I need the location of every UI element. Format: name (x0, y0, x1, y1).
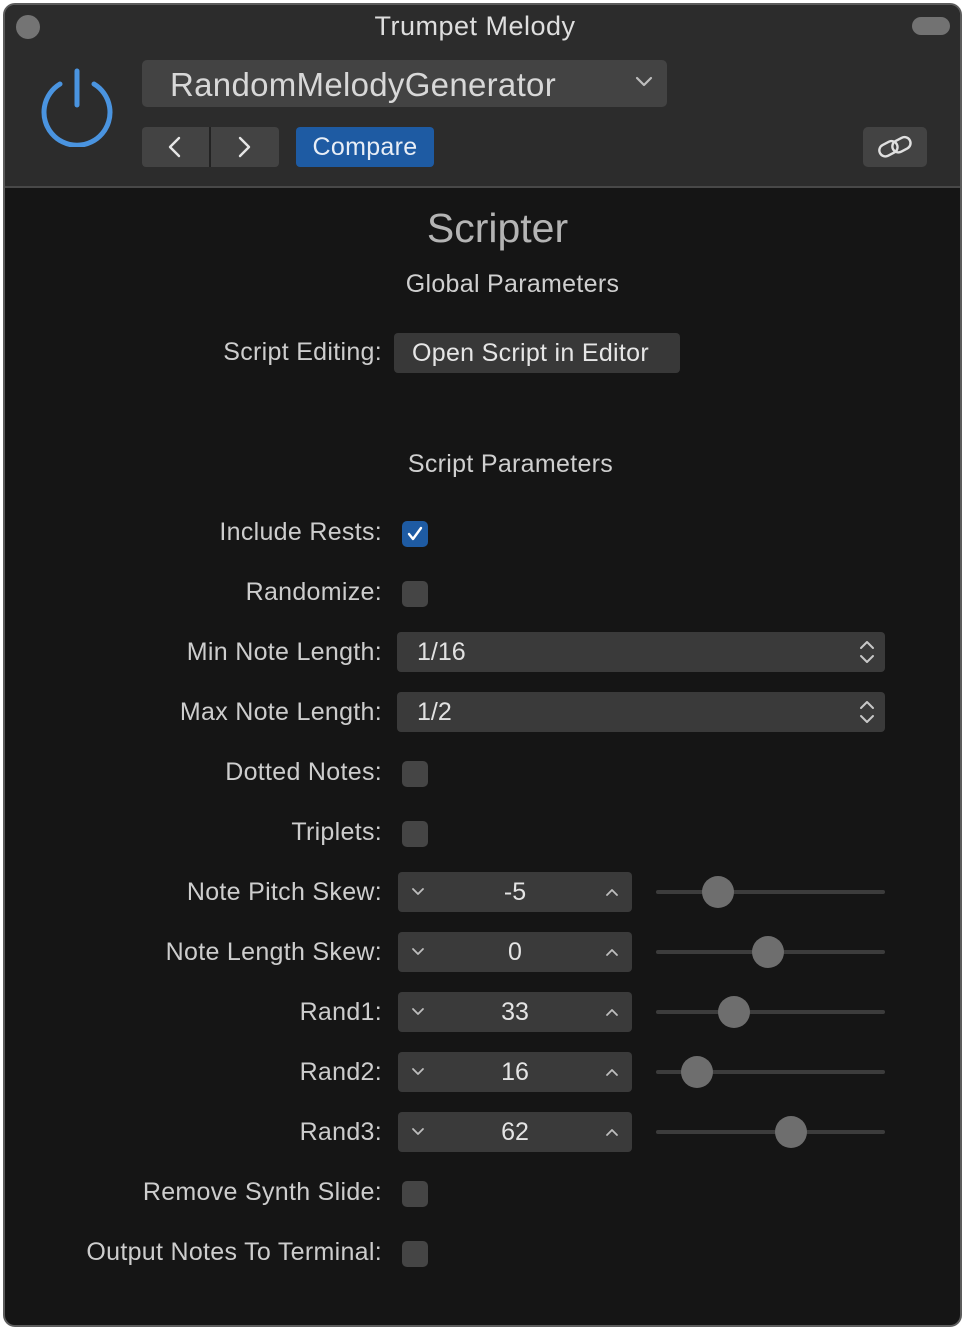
header-divider (5, 186, 960, 188)
global-parameters-heading: Global Parameters (405, 270, 620, 298)
rand3-value[interactable]: 62 (438, 1112, 592, 1152)
increment-button[interactable] (592, 992, 632, 1032)
plugin-window: Trumpet Melody RandomMelodyGenerator Com… (3, 3, 962, 1327)
decrement-button[interactable] (398, 932, 438, 972)
chevron-up-icon (606, 889, 618, 896)
chevron-down-icon (412, 948, 424, 955)
min-note-length-select[interactable]: 1/16 (397, 632, 885, 672)
slider-track (656, 890, 885, 894)
rand1-stepper: 33 (398, 992, 632, 1032)
up-down-chevron-icon (860, 641, 874, 663)
decrement-button[interactable] (398, 872, 438, 912)
script-editing-label: Script Editing: (223, 338, 382, 366)
slider-track (656, 1010, 885, 1014)
remove-synth-slide-checkbox[interactable] (402, 1181, 428, 1207)
slider-track (656, 1130, 885, 1134)
min-note-length-label: Min Note Length: (186, 638, 382, 666)
triplets-checkbox[interactable] (402, 821, 428, 847)
chevron-up-icon (606, 949, 618, 956)
slider-thumb[interactable] (701, 876, 734, 908)
link-icon (878, 135, 912, 158)
chevron-down-icon (412, 888, 424, 895)
chevron-left-icon (168, 136, 181, 158)
chevron-up-icon (606, 1069, 618, 1076)
note-length-skew-label: Note Length Skew: (165, 938, 382, 966)
rand3-label: Rand3: (299, 1118, 382, 1146)
max-note-length-label: Max Note Length: (179, 698, 382, 726)
rand3-slider[interactable] (656, 1115, 885, 1149)
up-down-chevron-icon (860, 701, 874, 723)
increment-button[interactable] (592, 932, 632, 972)
chevron-up-icon (606, 1009, 618, 1016)
chevron-up-icon (606, 1129, 618, 1136)
note-pitch-skew-stepper: -5 (398, 872, 632, 912)
power-icon (41, 68, 113, 148)
chevron-right-icon (238, 136, 251, 158)
increment-button[interactable] (592, 872, 632, 912)
increment-button[interactable] (592, 1112, 632, 1152)
slider-thumb[interactable] (752, 936, 785, 968)
remove-synth-slide-label: Remove Synth Slide: (142, 1178, 382, 1206)
open-script-button[interactable]: Open Script in Editor (394, 333, 680, 373)
max-note-length-value: 1/2 (417, 698, 452, 726)
note-pitch-skew-label: Note Pitch Skew: (186, 878, 382, 906)
include-rests-label: Include Rests: (219, 518, 382, 546)
chevron-down-icon (412, 1128, 424, 1135)
link-button[interactable] (863, 127, 927, 167)
rand2-label: Rand2: (299, 1058, 382, 1086)
chevron-down-icon (412, 1068, 424, 1075)
rand1-slider[interactable] (656, 995, 885, 1029)
compare-button[interactable]: Compare (296, 127, 434, 167)
window-title: Trumpet Melody (374, 11, 576, 41)
checkmark-icon (407, 526, 423, 541)
note-length-skew-value[interactable]: 0 (438, 932, 592, 972)
rand3-stepper: 62 (398, 1112, 632, 1152)
include-rests-checkbox[interactable] (402, 521, 428, 547)
preset-navigation (142, 127, 279, 167)
preset-menu[interactable]: RandomMelodyGenerator (142, 60, 667, 107)
window-mode-button[interactable] (912, 17, 950, 35)
plugin-header: Trumpet Melody RandomMelodyGenerator Com… (5, 5, 960, 187)
rand2-value[interactable]: 16 (438, 1052, 592, 1092)
script-parameters-heading: Script Parameters (407, 450, 614, 478)
randomize-label: Randomize: (245, 578, 382, 606)
chevron-down-icon (635, 76, 653, 87)
max-note-length-select[interactable]: 1/2 (397, 692, 885, 732)
rand1-label: Rand1: (299, 998, 382, 1026)
decrement-button[interactable] (398, 992, 438, 1032)
slider-thumb[interactable] (717, 996, 750, 1028)
plugin-name: Scripter (426, 205, 569, 251)
chevron-down-icon (412, 1008, 424, 1015)
slider-thumb[interactable] (681, 1056, 714, 1088)
output-notes-to-terminal-checkbox[interactable] (402, 1241, 428, 1267)
rand2-slider[interactable] (656, 1055, 885, 1089)
increment-button[interactable] (592, 1052, 632, 1092)
next-preset-button[interactable] (211, 127, 279, 167)
note-pitch-skew-slider[interactable] (656, 875, 885, 909)
note-length-skew-stepper: 0 (398, 932, 632, 972)
slider-thumb[interactable] (775, 1116, 808, 1148)
triplets-label: Triplets: (291, 818, 382, 846)
decrement-button[interactable] (398, 1052, 438, 1092)
rand2-stepper: 16 (398, 1052, 632, 1092)
note-length-skew-slider[interactable] (656, 935, 885, 969)
min-note-length-value: 1/16 (417, 638, 466, 666)
previous-preset-button[interactable] (142, 127, 209, 167)
rand1-value[interactable]: 33 (438, 992, 592, 1032)
preset-name: RandomMelodyGenerator (170, 66, 556, 103)
decrement-button[interactable] (398, 1112, 438, 1152)
output-notes-to-terminal-label: Output Notes To Terminal: (86, 1238, 382, 1266)
randomize-checkbox[interactable] (402, 581, 428, 607)
dotted-notes-label: Dotted Notes: (225, 758, 382, 786)
dotted-notes-checkbox[interactable] (402, 761, 428, 787)
power-button[interactable] (39, 67, 115, 148)
note-pitch-skew-value[interactable]: -5 (438, 872, 592, 912)
